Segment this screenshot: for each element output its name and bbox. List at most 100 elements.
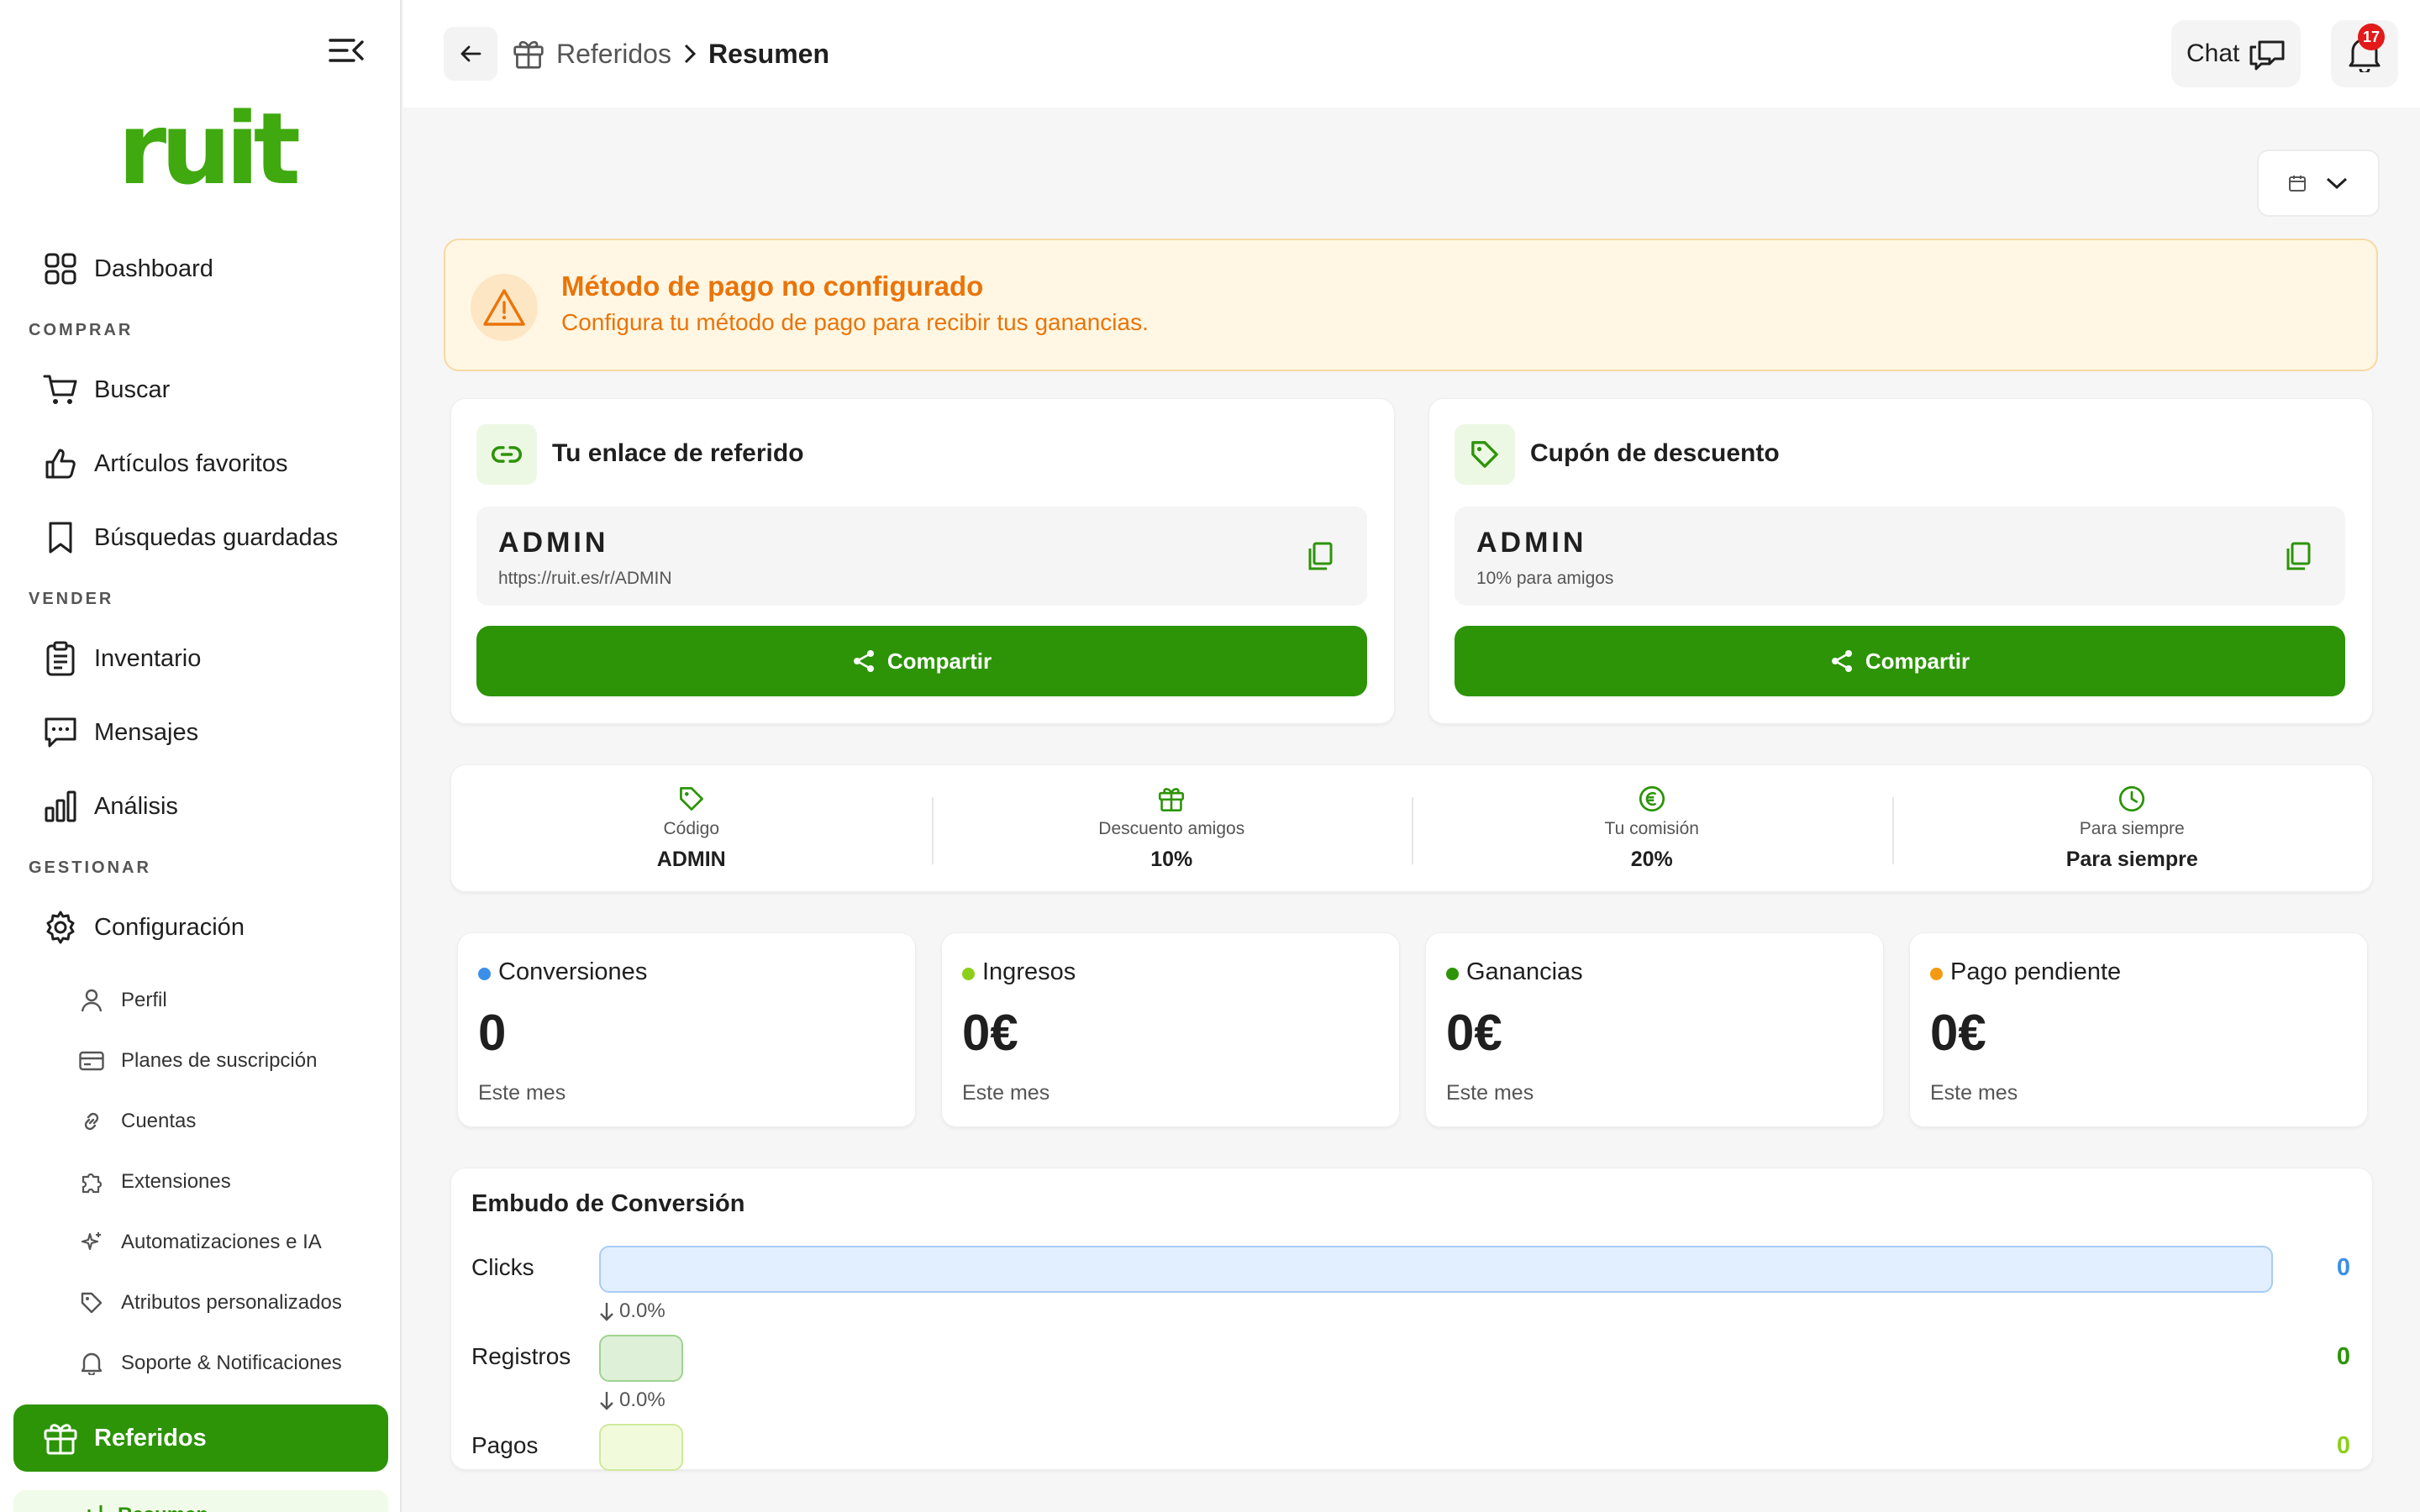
funnel-bar-clicks [599, 1246, 2273, 1293]
sidebar-sub-perfil[interactable]: Perfil [79, 979, 167, 1021]
cart-icon [42, 371, 79, 408]
gear-icon [42, 909, 79, 946]
section-label-vender: VENDER [29, 590, 114, 608]
chat-label: Chat [2186, 39, 2240, 67]
sidebar-item-inventario[interactable]: Inventario [13, 627, 388, 690]
sidebar-item-referidos[interactable]: Referidos [13, 1404, 388, 1472]
payment-method-alert: Método de pago no configurado Configura … [444, 239, 2378, 371]
copy-icon [1308, 542, 1333, 570]
puzzle-icon [79, 1169, 104, 1194]
metric-value: 0€ [1446, 1005, 1502, 1061]
metric-value: 0 [478, 1005, 507, 1061]
conversion-funnel-card: Embudo de Conversión Clicks 0 0.0% Regis… [450, 1168, 2373, 1471]
sidebar: ruit Dashboard COMPRAR Buscar Artículos … [0, 0, 402, 1512]
sidebar-sub-label: Extensiones [121, 1170, 231, 1193]
breadcrumb-parent[interactable]: Referidos [556, 39, 671, 70]
sidebar-sub-extensiones[interactable]: Extensiones [79, 1161, 231, 1203]
alert-title: Método de pago no configurado [561, 270, 984, 302]
chevron-down-icon [2326, 177, 2348, 190]
sidebar-item-mensajes[interactable]: Mensajes [13, 701, 388, 764]
metric-dot [1930, 968, 1943, 980]
sidebar-sub-label: Perfil [121, 989, 167, 1011]
sidebar-sub-soporte[interactable]: Soporte & Notificaciones [79, 1342, 342, 1384]
tag-icon [79, 1290, 104, 1315]
sidebar-item-label: Buscar [94, 375, 171, 403]
sidebar-sub-cuentas[interactable]: Cuentas [79, 1100, 196, 1142]
tag-icon [1455, 424, 1515, 485]
metric-period: Este mes [1930, 1081, 2018, 1105]
metric-period: Este mes [962, 1081, 1050, 1105]
date-range-picker[interactable] [2257, 150, 2380, 217]
metric-value: 0€ [1930, 1005, 1986, 1061]
stat-key: Tu comisión [1604, 818, 1699, 838]
clipboard-icon [42, 640, 79, 677]
share-icon [1831, 650, 1852, 672]
breadcrumb: Referidos Resumen [513, 32, 829, 76]
stat-value: 10% [1150, 847, 1193, 871]
referral-code: ADMIN [498, 527, 609, 559]
funnel-bar-pagos [599, 1424, 683, 1471]
alert-description[interactable]: Configura tu método de pago para recibir… [561, 309, 1149, 336]
copy-coupon-button[interactable] [2280, 538, 2317, 575]
sidebar-item-configuracion[interactable]: Configuración [13, 895, 388, 959]
back-button[interactable] [444, 27, 497, 81]
coupon-code-box: ADMIN 10% para amigos [1455, 507, 2345, 606]
share-icon [853, 650, 874, 672]
copy-icon [2286, 542, 2311, 570]
share-link-button[interactable]: Compartir [476, 626, 1367, 696]
section-label-gestionar: GESTIONAR [29, 858, 151, 877]
chat-bubbles-icon [2248, 37, 2286, 71]
sidebar-sub-planes[interactable]: Planes de suscripción [79, 1040, 317, 1082]
gift-icon [513, 40, 544, 69]
bar-chart-icon [42, 788, 79, 825]
chat-button[interactable]: Chat [2171, 20, 2301, 87]
stat-codigo: Código ADMIN [451, 765, 932, 891]
sidebar-item-buscar[interactable]: Buscar [13, 358, 388, 422]
sidebar-sub-label: Resumen [118, 1504, 208, 1512]
sidebar-item-label: Referidos [94, 1424, 207, 1452]
notifications-badge: 17 [2358, 24, 2385, 50]
clock-icon [2119, 785, 2145, 811]
sidebar-sub-atributos[interactable]: Atributos personalizados [79, 1282, 342, 1324]
stat-value: 20% [1630, 847, 1673, 871]
sidebar-item-busquedas[interactable]: Búsquedas guardadas [13, 506, 388, 570]
stat-key: Código [663, 818, 720, 838]
funnel-drop-2: 0.0% [599, 1389, 666, 1412]
arrow-left-icon [460, 45, 481, 62]
metric-period: Este mes [478, 1081, 566, 1105]
sidebar-item-analisis[interactable]: Análisis [13, 774, 388, 838]
metric-name: Pago pendiente [1950, 958, 2122, 985]
stat-key: Descuento amigos [1098, 818, 1245, 838]
warning-icon [471, 274, 538, 341]
sidebar-item-favoritos[interactable]: Artículos favoritos [13, 432, 388, 496]
sidebar-item-label: Mensajes [94, 718, 199, 746]
message-icon [42, 714, 79, 751]
gift-icon [1159, 787, 1185, 811]
funnel-bar-registros [599, 1335, 683, 1382]
sidebar-item-label: Dashboard [94, 255, 213, 282]
grid-icon [42, 250, 79, 287]
top-header: Referidos Resumen Chat 17 [403, 0, 2420, 108]
share-coupon-button[interactable]: Compartir [1455, 626, 2345, 696]
bookmark-icon [42, 519, 79, 556]
referral-stats-strip: Código ADMIN Descuento amigos 10% Tu com… [450, 764, 2373, 892]
funnel-label-pagos: Pagos [471, 1432, 539, 1458]
sidebar-sub-automatizaciones[interactable]: Automatizaciones e IA [79, 1221, 322, 1263]
gift-icon [42, 1420, 79, 1457]
sidebar-item-dashboard[interactable]: Dashboard [13, 237, 388, 301]
stat-value: Para siempre [2065, 847, 2198, 871]
coupon-card: Cupón de descuento ADMIN 10% para amigos… [1428, 398, 2373, 724]
funnel-drop-value: 0.0% [619, 1389, 666, 1411]
collapse-sidebar-button[interactable] [326, 34, 368, 67]
metric-name: Ingresos [982, 958, 1076, 985]
sidebar-sub-label: Atributos personalizados [121, 1291, 342, 1314]
sidebar-sub-resumen[interactable]: Resumen [13, 1490, 388, 1512]
copy-link-button[interactable] [1302, 538, 1339, 575]
stat-duracion: Para siempre Para siempre [1891, 765, 2373, 891]
link-icon [476, 424, 537, 485]
user-icon [79, 988, 104, 1013]
funnel-drop-value: 0.0% [619, 1299, 666, 1322]
logo[interactable]: ruit [118, 99, 301, 198]
coupon-code: ADMIN [1476, 527, 1587, 559]
chevron-right-icon [683, 43, 697, 65]
